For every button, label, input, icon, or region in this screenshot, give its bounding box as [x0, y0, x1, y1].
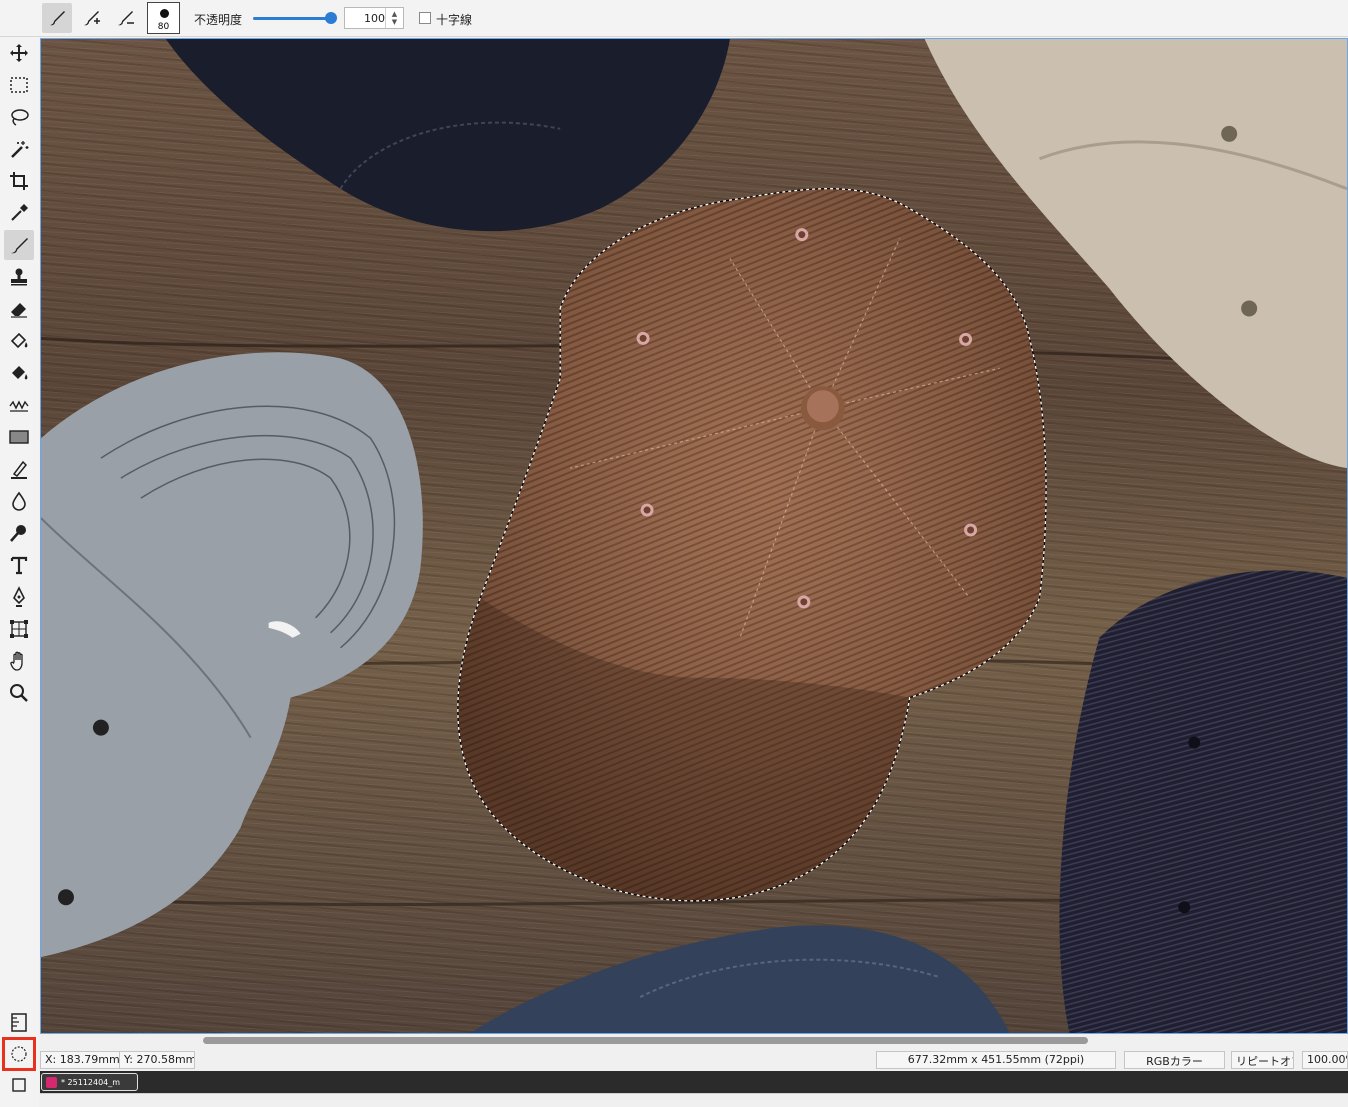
opacity-label: 不透明度: [194, 13, 243, 27]
tool-quick-mask[interactable]: [4, 1070, 34, 1100]
gray-cap: [41, 352, 423, 958]
tool-rectangle[interactable]: [4, 422, 34, 452]
tool-blur[interactable]: [4, 486, 34, 516]
tool-selection-mode[interactable]: [2, 1037, 36, 1071]
chevron-up-icon[interactable]: ▲: [392, 10, 397, 18]
options-bar: 80 不透明度 100 ▲ ▼ 十字線: [0, 0, 1348, 37]
transform-icon: [10, 620, 28, 638]
tool-magic-wand[interactable]: [4, 134, 34, 164]
tool-eraser[interactable]: [4, 294, 34, 324]
wave-icon: [9, 400, 29, 412]
opacity-value[interactable]: 100: [345, 12, 385, 25]
tool-ruler[interactable]: [4, 1007, 34, 1037]
rectangle-icon: [9, 430, 29, 444]
document-icon: [46, 1076, 57, 1088]
brush-minus-icon: [118, 11, 134, 26]
tool-hand[interactable]: [4, 646, 34, 676]
tool-zoom[interactable]: [4, 678, 34, 708]
dodge-icon: [10, 525, 26, 542]
ruler-icon: [11, 1013, 27, 1032]
brush-icon: [11, 238, 28, 254]
move-icon: [10, 44, 28, 62]
crosshair-checkbox[interactable]: [419, 12, 431, 24]
tool-brush[interactable]: [4, 230, 34, 260]
cursor-y: Y: 270.58mm: [119, 1051, 195, 1069]
drop-icon: [12, 491, 26, 511]
tool-paint-bucket-alt[interactable]: [4, 358, 34, 388]
tool-text[interactable]: [4, 550, 34, 580]
paint-bucket-icon: [10, 332, 28, 349]
crop-icon: [10, 172, 28, 190]
tool-paint-bucket[interactable]: [4, 326, 34, 356]
brush-tip-icon: [160, 9, 169, 18]
opacity-input[interactable]: 100 ▲ ▼: [344, 7, 404, 29]
brush-normal-icon: [50, 11, 65, 26]
eraser-icon: [11, 303, 27, 318]
chevron-down-icon[interactable]: ▼: [392, 18, 397, 26]
blue-cap: [470, 925, 1010, 1033]
opacity-slider-thumb[interactable]: [325, 12, 337, 24]
document-size: 677.32mm x 451.55mm (72ppi): [876, 1051, 1116, 1069]
horizontal-scrollbar[interactable]: [40, 1034, 1348, 1048]
brush-normal-button[interactable]: [42, 3, 72, 33]
eyedropper-icon: [11, 204, 28, 221]
status-bar: X: 183.79mm Y: 270.58mm 677.32mm x 451.5…: [40, 1048, 1348, 1071]
document-tab-bar: * 25112404_m: [40, 1071, 1348, 1093]
bottom-panel: [40, 1093, 1348, 1107]
repeat-toggle[interactable]: リピートオフ: [1231, 1051, 1294, 1069]
brush-size-value: 80: [157, 22, 170, 32]
tool-rect-select[interactable]: [4, 70, 34, 100]
black-cap: [165, 39, 730, 232]
square-icon: [12, 1078, 26, 1092]
opacity-slider[interactable]: [253, 17, 333, 20]
photo-image: [41, 39, 1347, 1033]
color-mode: RGBカラー: [1124, 1051, 1225, 1069]
magic-wand-icon: [11, 141, 29, 158]
tool-move[interactable]: [4, 38, 34, 68]
brush-minus-button[interactable]: [110, 3, 140, 33]
dashed-circle-icon: [11, 1046, 27, 1062]
tool-transform[interactable]: [4, 614, 34, 644]
crosshair-label: 十字線: [436, 13, 473, 27]
hand-icon: [10, 651, 23, 671]
brush-plus-icon: [84, 11, 100, 26]
tool-pen[interactable]: [4, 582, 34, 612]
document-tab[interactable]: * 25112404_m: [41, 1073, 138, 1091]
pen-icon: [13, 586, 25, 607]
cursor-x: X: 183.79mm: [40, 1051, 120, 1069]
opacity-spinner[interactable]: ▲ ▼: [385, 8, 403, 28]
text-icon: [10, 556, 28, 575]
tool-dodge[interactable]: [4, 518, 34, 548]
tool-palette: [0, 37, 39, 1107]
tool-stamp[interactable]: [4, 262, 34, 292]
brush-size-preview[interactable]: 80: [147, 2, 180, 34]
tool-wave[interactable]: [4, 390, 34, 420]
scrollbar-thumb[interactable]: [203, 1037, 1088, 1044]
canvas[interactable]: [40, 38, 1348, 1034]
rect-select-icon: [10, 77, 28, 93]
document-tab-label: * 25112404_m: [61, 1077, 121, 1087]
tool-eyedropper[interactable]: [4, 198, 34, 228]
tool-crop[interactable]: [4, 166, 34, 196]
tool-lasso[interactable]: [4, 102, 34, 132]
tool-pen-edit[interactable]: [4, 454, 34, 484]
brush-plus-button[interactable]: [76, 3, 106, 33]
zoom-icon: [10, 684, 28, 702]
paint-bucket-alt-icon: [12, 366, 28, 380]
stamp-icon: [11, 268, 27, 286]
lasso-icon: [11, 109, 29, 126]
pen-edit-icon: [11, 460, 28, 479]
zoom-level[interactable]: 100.00%: [1302, 1051, 1348, 1069]
navy-cap: [1059, 570, 1347, 1033]
